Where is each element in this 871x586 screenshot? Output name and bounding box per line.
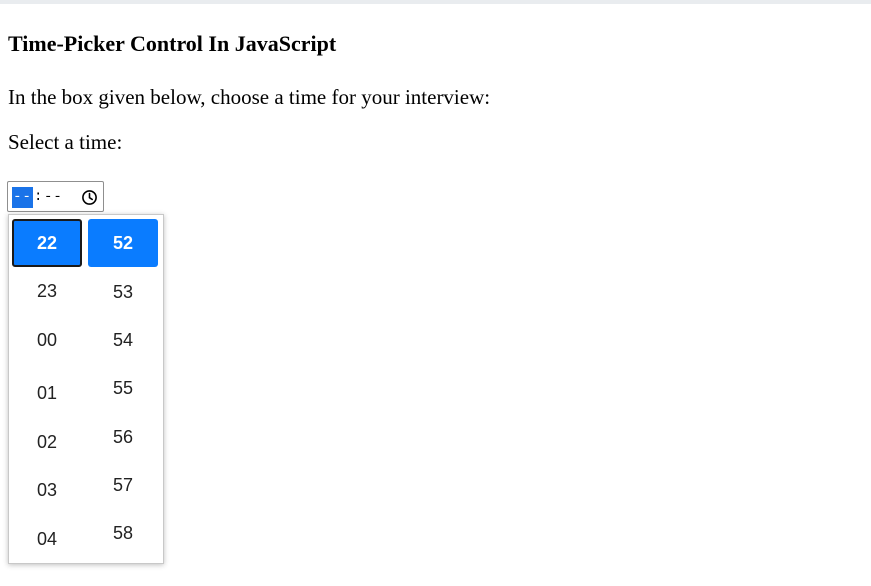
time-separator: : <box>34 189 43 205</box>
hour-option[interactable]: 02 <box>12 418 82 466</box>
hour-option[interactable]: 04 <box>12 515 82 563</box>
minute-option[interactable]: 58 <box>88 509 158 557</box>
hour-option[interactable]: 03 <box>12 466 82 514</box>
minute-option[interactable]: 52 <box>88 219 158 267</box>
minute-option[interactable]: 57 <box>88 461 158 509</box>
page-title: Time-Picker Control In JavaScript <box>8 31 337 56</box>
select-time-label: Select a time: <box>8 130 123 154</box>
time-input[interactable]: -- : -- <box>7 181 104 212</box>
minute-option[interactable]: 55 <box>88 364 158 412</box>
hour-option[interactable]: 23 <box>12 267 82 315</box>
top-border <box>0 0 871 4</box>
hour-option[interactable]: 00 <box>12 316 82 364</box>
hour-option[interactable]: 22 <box>12 219 82 267</box>
minute-option[interactable]: 53 <box>88 268 158 316</box>
hour-segment[interactable]: -- <box>12 187 33 208</box>
hour-option[interactable]: 01 <box>12 369 82 417</box>
minute-option[interactable]: 54 <box>88 316 158 364</box>
intro-text: In the box given below, choose a time fo… <box>8 85 491 109</box>
minute-option[interactable]: 56 <box>88 413 158 461</box>
clock-icon[interactable] <box>81 189 98 206</box>
minute-segment[interactable]: -- <box>44 187 66 208</box>
time-picker-dropdown: 22 23 00 01 02 03 04 52 53 54 55 56 57 5… <box>8 214 164 564</box>
